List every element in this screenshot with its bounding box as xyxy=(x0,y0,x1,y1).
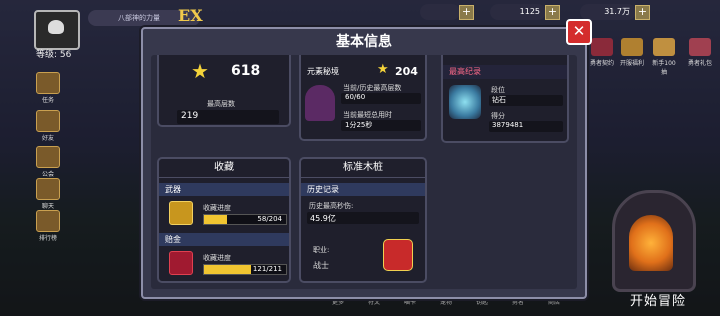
element-stars: 204 xyxy=(395,65,418,78)
dps-row: 45.9亿 xyxy=(307,212,419,224)
right-icon-draw[interactable]: 新手100抽 xyxy=(650,38,678,76)
element-altar-icon xyxy=(305,85,335,121)
collection-title: 收藏 xyxy=(159,159,289,178)
player-level: 等级: 56 xyxy=(36,50,72,60)
dps-value: 45.9亿 xyxy=(310,214,336,223)
weapon-icon xyxy=(169,201,193,225)
collection-card: 收藏 武器 收藏进度 58/204 赔金 收藏进度 121/211 xyxy=(157,157,291,283)
gem-value: 1125 xyxy=(519,7,540,16)
weapon-label: 武器 xyxy=(165,185,181,194)
rank-label: 段位 xyxy=(491,86,505,94)
weapon-progress-text: 58/204 xyxy=(257,215,282,223)
gold-value: 31.7万 xyxy=(604,7,630,16)
gold-progress-text: 121/211 xyxy=(252,265,282,273)
weapon-progress-label: 收藏进度 xyxy=(203,204,231,212)
element-time-label: 当前最短总用时 xyxy=(343,111,392,119)
element-title: 元素秘境 xyxy=(307,67,339,76)
history-section: 历史记录 xyxy=(301,183,425,196)
add-gem-button[interactable]: + xyxy=(545,5,560,20)
gold-progress-label: 收藏进度 xyxy=(203,254,231,262)
star-icon: ★ xyxy=(191,59,209,83)
element-floor-label: 当前/历史最高层数 xyxy=(343,84,402,92)
diamond-rank-icon xyxy=(449,85,481,119)
score-value: 3879481 xyxy=(492,121,524,129)
weapon-progress-bar: 58/204 xyxy=(203,214,287,225)
weapon-progress-fill xyxy=(204,215,228,224)
job-value: 战士 xyxy=(313,261,329,270)
start-adventure-button[interactable]: 开始冒险 xyxy=(630,290,686,309)
side-menu-task[interactable]: 任务 xyxy=(36,72,60,104)
gold-section: 赔金 xyxy=(159,233,289,246)
total-stars: 618 xyxy=(231,63,261,79)
modal-title: 基本信息 xyxy=(336,34,392,50)
right-icon-pack[interactable]: 勇者礼包 xyxy=(686,38,714,67)
score-label: 得分 xyxy=(491,112,505,120)
gold-counter: 31.7万 + xyxy=(580,4,650,20)
side-menu-friends[interactable]: 好友 xyxy=(36,110,60,142)
right-icon-contract[interactable]: 勇者契约 xyxy=(588,38,616,67)
player-avatar[interactable] xyxy=(34,10,80,50)
weapon-section: 武器 xyxy=(159,183,289,196)
gold-progress-bar: 121/211 xyxy=(203,264,287,275)
adventure-portal[interactable] xyxy=(612,190,696,292)
element-floor-value: 60/60 xyxy=(345,93,366,101)
element-secret-card: 元素秘境 ★ 204 当前/历史最高层数 60/60 当前最短总用时 1分25秒 xyxy=(299,55,427,141)
element-star-icon: ★ xyxy=(377,62,389,77)
highest-floor-label: 最高层数 xyxy=(207,100,235,108)
close-button[interactable]: ✕ xyxy=(566,19,592,45)
training-dummy-card: 标准木桩 历史记录 历史最高秒伤: 45.9亿 职业: 战士 xyxy=(299,157,427,283)
rank-row: 钻石 xyxy=(489,95,563,106)
score-row: 3879481 xyxy=(489,121,563,132)
highest-floor-row: 219 xyxy=(177,110,279,124)
side-menu-rank[interactable]: 排行榜 xyxy=(36,210,60,242)
side-menu-guild[interactable]: 公会 xyxy=(36,146,60,178)
gold-label: 赔金 xyxy=(165,235,181,244)
dummy-title: 标准木桩 xyxy=(301,159,425,178)
highest-floor-value: 219 xyxy=(181,111,199,121)
element-title-bar: 元素秘境 ★ 204 xyxy=(301,62,425,79)
element-time-row: 1分25秒 xyxy=(341,120,421,131)
right-icon-welfare[interactable]: 开服福利 xyxy=(618,38,646,67)
energy-counter: + xyxy=(420,4,474,20)
gem-counter: 1125 + xyxy=(490,4,560,20)
history-label: 历史记录 xyxy=(307,185,339,194)
job-label: 职业: xyxy=(313,246,330,254)
element-floor-row: 60/60 xyxy=(341,93,421,104)
record-title-bar: 最高纪录 xyxy=(443,65,567,79)
best-record-card: 最高纪录 段位 钻石 得分 3879481 xyxy=(441,55,569,143)
rank-value: 钻石 xyxy=(492,96,506,104)
warrior-avatar-icon xyxy=(383,239,413,271)
add-gold-button[interactable]: + xyxy=(635,5,650,20)
side-menu-chat[interactable]: 聊天 xyxy=(36,178,60,210)
element-time-value: 1分25秒 xyxy=(345,121,373,129)
dps-label: 历史最高秒伤: xyxy=(309,202,354,210)
add-energy-button[interactable]: + xyxy=(459,5,474,20)
ex-badge: EX xyxy=(178,6,203,25)
basic-info-modal: 基本信息 ★ 618 最高层数 219 元素秘境 ★ 204 当前/历史最高层数… xyxy=(141,27,587,299)
modal-body: ★ 618 最高层数 219 元素秘境 ★ 204 当前/历史最高层数 60/6… xyxy=(151,55,577,289)
stars-card: ★ 618 最高层数 219 xyxy=(157,55,291,127)
gold-item-icon xyxy=(169,251,193,275)
gold-progress-fill xyxy=(204,265,251,274)
record-title: 最高纪录 xyxy=(449,67,481,76)
